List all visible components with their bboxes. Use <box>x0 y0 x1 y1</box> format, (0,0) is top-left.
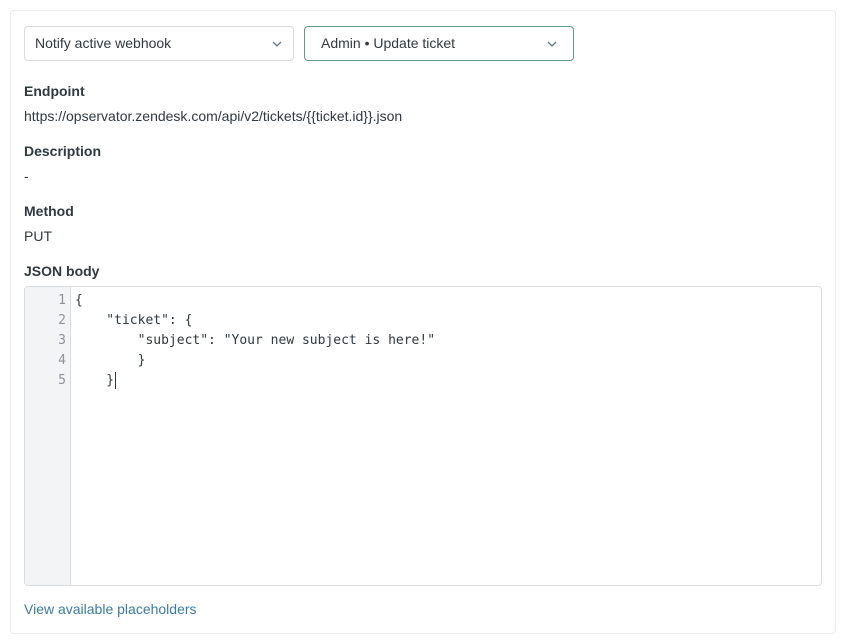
chevron-down-icon <box>546 27 558 60</box>
code-line[interactable]: } <box>75 351 146 371</box>
description-label: Description <box>24 143 102 159</box>
line-number: 2 <box>58 313 66 328</box>
code-line[interactable]: { <box>75 291 83 311</box>
chevron-down-icon <box>271 27 283 60</box>
line-number: 1 <box>58 293 66 308</box>
webhook-select[interactable]: Notify active webhook <box>24 26 294 61</box>
method-label: Method <box>24 203 74 219</box>
description-value: - <box>24 168 29 184</box>
json-body-editor[interactable]: 1 2 3 4 5 { "ticket": { "subject": "Your… <box>24 286 822 586</box>
line-number: 3 <box>58 333 66 348</box>
code-line-last[interactable]: } <box>75 371 117 391</box>
view-placeholders-link[interactable]: View available placeholders <box>24 601 197 617</box>
webhook-select-value: Notify active webhook <box>35 35 172 51</box>
line-number: 5 <box>58 373 66 388</box>
code-line-text: } <box>75 373 115 388</box>
code-line[interactable]: "ticket": { <box>75 311 192 331</box>
json-body-label: JSON body <box>24 263 100 279</box>
endpoint-value: https://opservator.zendesk.com/api/v2/ti… <box>24 108 403 124</box>
code-line[interactable]: "subject": "Your new subject is here!" <box>75 331 435 351</box>
method-value: PUT <box>24 228 52 244</box>
text-caret <box>115 372 117 389</box>
webhook-target-select[interactable]: Admin • Update ticket <box>304 26 574 61</box>
line-number-gutter: 1 2 3 4 5 <box>25 287 71 585</box>
endpoint-label: Endpoint <box>24 83 85 99</box>
webhook-target-select-value: Admin • Update ticket <box>321 35 456 51</box>
line-number: 4 <box>58 353 66 368</box>
